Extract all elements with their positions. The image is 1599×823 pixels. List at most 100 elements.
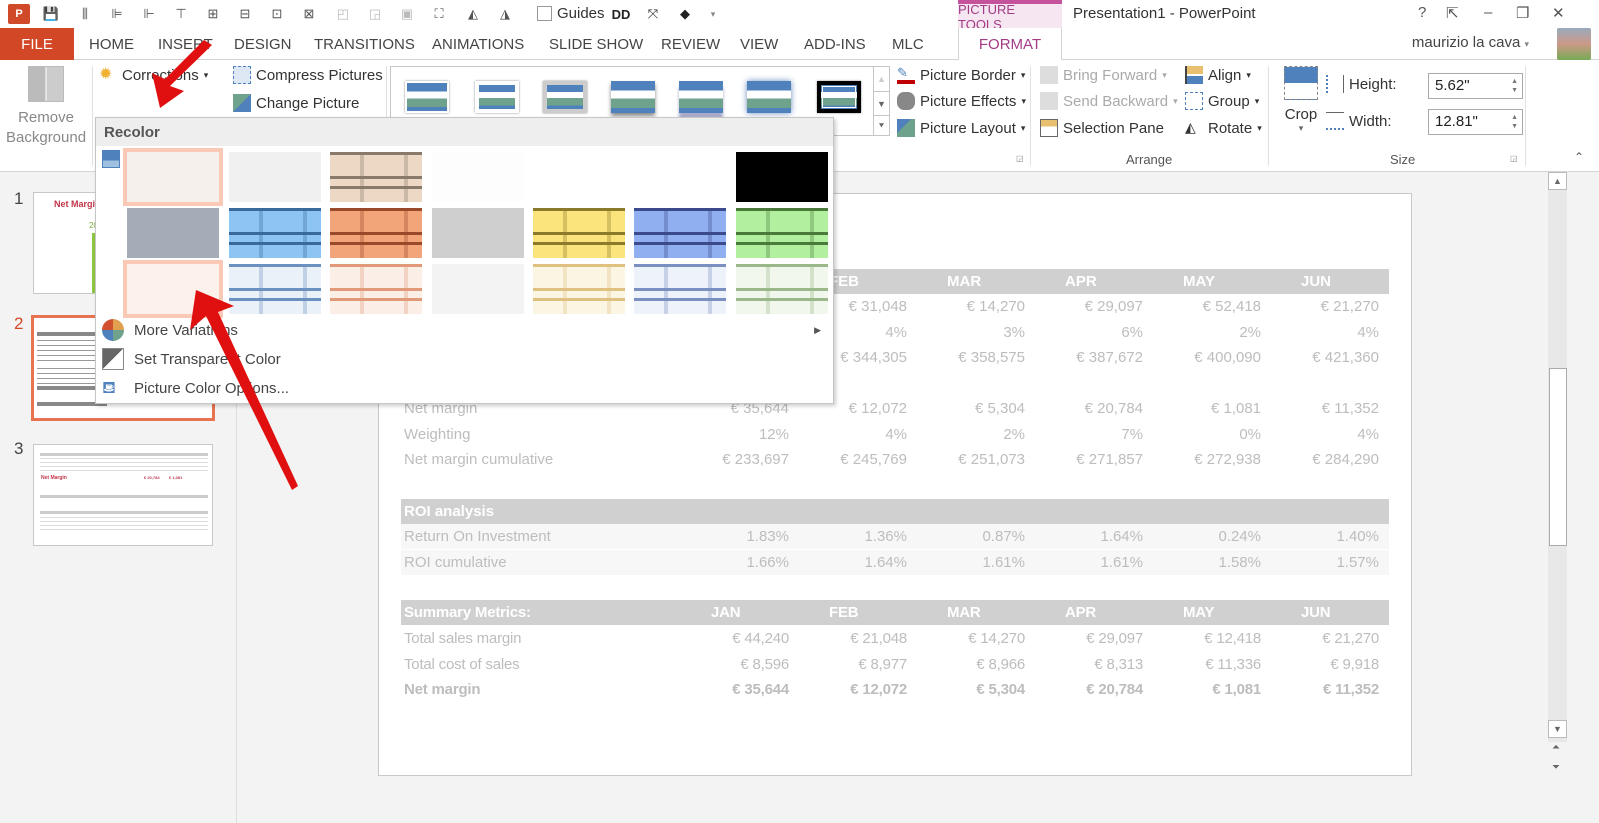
tab-view[interactable]: VIEW [740,28,778,60]
avatar[interactable] [1557,28,1591,60]
next-slide-icon[interactable]: ⏷ [1552,762,1560,773]
tab-animations[interactable]: ANIMATIONS [432,28,524,60]
align-center-icon[interactable]: ⊞ [204,5,222,23]
gallery-more[interactable]: ⯆ [873,115,889,136]
tab-mlc[interactable]: MLC [892,28,924,60]
align-top-icon[interactable]: ⊤ [172,5,190,23]
save-icon[interactable]: 💾 [42,5,60,23]
scroll-thumb[interactable] [1549,368,1567,546]
flip-icon[interactable]: ◭ [464,5,482,23]
width-input[interactable]: 12.81" ▲ ▼ [1428,109,1523,135]
recolor-swatch[interactable] [529,148,629,206]
spinner-arrows-icon[interactable]: ▲ ▼ [1511,113,1518,131]
tab-file[interactable]: FILE [0,28,74,60]
picture-style-soft-edge[interactable] [475,81,519,113]
align-right-icon[interactable]: ⊩ [140,5,158,23]
recolor-swatch[interactable] [529,204,629,262]
collapse-ribbon-icon[interactable]: ⌃ [1574,150,1584,164]
align-middle-icon[interactable]: ⊟ [236,5,254,23]
send-backward-icon[interactable]: ◲ [366,5,384,23]
recolor-swatch[interactable] [123,204,223,262]
gallery-scroll-up[interactable]: ▲ [873,67,889,91]
picture-color-options-item[interactable]: ⛾ Picture Color Options... [96,374,833,402]
minimize-icon[interactable]: – [1484,4,1492,21]
ribbon-display-icon[interactable]: ⇱ [1446,4,1459,22]
selection-icon[interactable]: DD [612,5,631,23]
bring-forward-icon[interactable]: ◰ [334,5,352,23]
picture-effects-button[interactable]: Picture Effects ▾ [897,92,1026,110]
recolor-swatch[interactable] [326,260,426,318]
height-input[interactable]: 5.62" ▲ ▼ [1428,73,1523,99]
recolor-swatch[interactable] [225,148,325,206]
crop-icon[interactable]: ⛶ [430,5,448,23]
tab-slide-show[interactable]: SLIDE SHOW [549,28,643,60]
picture-style-soft-glow[interactable] [747,81,791,113]
user-account[interactable]: maurizio la cava ▾ [1412,34,1529,51]
picture-border-button[interactable]: ✎ Picture Border ▾ [897,66,1025,84]
picture-layout-button[interactable]: Picture Layout ▾ [897,119,1025,137]
slide-thumbnail-3[interactable]: Net Margin € 20,784 € 1,081 [33,444,213,546]
recolor-swatch[interactable] [428,148,528,206]
more-variations-item[interactable]: More Variations ▶ [96,316,833,344]
recolor-swatch[interactable] [732,148,832,206]
recolor-swatch[interactable] [225,260,325,318]
tab-format[interactable]: FORMAT [958,28,1062,61]
recolor-swatch[interactable] [326,204,426,262]
restore-icon[interactable]: ❐ [1516,4,1529,22]
dialog-launcher-icon[interactable]: ◲ [1510,154,1518,163]
close-icon[interactable]: ✕ [1552,4,1565,22]
recolor-swatch[interactable] [630,148,730,206]
align-button[interactable]: Align ▾ [1185,66,1251,84]
change-picture-button[interactable]: Change Picture [233,94,359,112]
fullscreen-icon[interactable]: ⤧ [644,5,662,23]
recolor-swatch[interactable] [123,260,223,318]
tab-add-ins[interactable]: ADD-INS [804,28,866,60]
crop-button[interactable]: Crop ▾ [1278,66,1324,134]
recolor-swatch[interactable] [123,148,223,206]
send-backward-button[interactable]: Send Backward ▾ [1040,92,1178,110]
selection-pane-button[interactable]: Selection Pane [1040,119,1164,137]
customize-qat-icon[interactable]: ▾ [704,5,722,23]
picture-style-simple-frame[interactable] [405,81,449,113]
tab-transitions[interactable]: TRANSITIONS [314,28,415,60]
recolor-swatch[interactable] [630,204,730,262]
tab-home[interactable]: HOME [89,28,134,60]
group-icon[interactable]: ▣ [398,5,416,23]
group-button[interactable]: Group ▾ [1185,92,1259,110]
tab-insert[interactable]: INSERT [158,28,213,60]
recolor-swatch[interactable] [428,204,528,262]
spinner-arrows-icon[interactable]: ▲ ▼ [1511,77,1518,95]
set-transparent-color-item[interactable]: Set Transparent Color [96,345,833,373]
recolor-swatch[interactable] [428,260,528,318]
eraser-icon[interactable]: ◆ [676,5,694,23]
picture-style-black-frame[interactable] [817,81,861,113]
remove-background-button[interactable]: Remove Background [6,66,86,148]
previous-slide-icon[interactable]: ⏶ [1552,742,1560,753]
recolor-swatch[interactable] [529,260,629,318]
scroll-up-button[interactable]: ▲ [1548,172,1567,190]
scroll-down-button[interactable]: ▼ [1548,720,1567,738]
recolor-swatch[interactable] [326,148,426,206]
bring-forward-button[interactable]: Bring Forward ▾ [1040,66,1167,84]
picture-style-shadow[interactable] [543,81,587,113]
tab-review[interactable]: REVIEW [661,28,720,60]
help-icon[interactable]: ? [1418,4,1426,21]
distribute-vertical-icon[interactable]: ⊠ [300,5,318,23]
gallery-scroll-down[interactable]: ▼ [873,91,889,115]
recolor-swatch[interactable] [732,204,832,262]
tab-design[interactable]: DESIGN [234,28,292,60]
recolor-swatch[interactable] [225,204,325,262]
picture-style-reflected[interactable] [679,81,723,113]
compress-pictures-button[interactable]: Compress Pictures [233,66,383,84]
rotate-button[interactable]: ◭ Rotate ▾ [1185,119,1262,137]
distribute-icon[interactable]: ⫼ [76,5,94,23]
align-left-icon[interactable]: ⊫ [108,5,126,23]
rotate-icon[interactable]: ◮ [496,5,514,23]
guides-checkbox[interactable]: Guides [537,5,605,22]
corrections-button[interactable]: ✹ Corrections ▾ [99,66,208,84]
checkbox-icon[interactable] [537,6,552,21]
distribute-horizontal-icon[interactable]: ⊡ [268,5,286,23]
recolor-swatch[interactable] [630,260,730,318]
picture-style-drop-shadow[interactable] [611,81,655,113]
dialog-launcher-icon[interactable]: ◲ [1016,154,1024,163]
